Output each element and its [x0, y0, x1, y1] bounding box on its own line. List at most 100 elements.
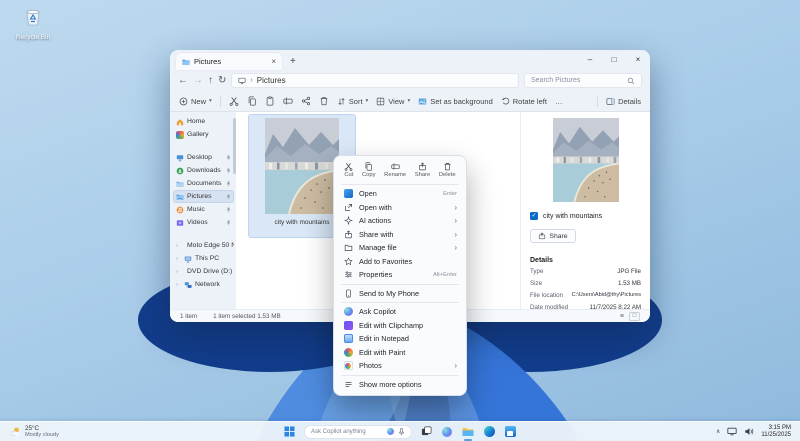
new-button[interactable]: New▾ — [179, 97, 212, 106]
paste-button[interactable] — [265, 96, 275, 106]
quick-cut-button[interactable]: Cut — [344, 162, 353, 178]
toolbar-divider — [220, 96, 221, 107]
sidebar-item-downloads[interactable]: Downloads — [173, 164, 234, 177]
menu-item-edit-with-paint[interactable]: Edit with Paint — [334, 346, 466, 360]
display-tray-icon[interactable] — [727, 427, 737, 436]
store-taskbar-button[interactable] — [504, 426, 516, 438]
delete-button[interactable] — [319, 96, 329, 106]
sidebar-item-music[interactable]: Music — [173, 203, 234, 216]
menu-item-show-more-options[interactable]: Show more options — [334, 378, 466, 392]
breadcrumb[interactable]: › Pictures — [231, 73, 519, 88]
menu-item-open-with[interactable]: Open with — [334, 201, 466, 215]
quick-rename-button[interactable]: Rename — [384, 162, 406, 178]
start-button[interactable] — [284, 426, 295, 437]
quick-share-button[interactable]: Share — [415, 162, 430, 178]
view-button[interactable]: View▾ — [376, 97, 410, 106]
volume-tray-icon[interactable] — [744, 427, 754, 436]
rotate-left-button[interactable]: Rotate left — [501, 97, 547, 106]
search-box[interactable]: Search Pictures — [524, 73, 642, 88]
menu-item-edit-with-clipchamp[interactable]: Edit with Clipchamp — [334, 319, 466, 333]
task-view-button[interactable] — [421, 426, 432, 437]
menu-item-ask-copilot[interactable]: Ask Copilot — [334, 305, 466, 319]
checkbox-checked-icon[interactable]: ✓ — [530, 212, 538, 220]
sidebar-item-documents[interactable]: Documents — [173, 177, 234, 190]
expand-chevron-icon[interactable]: › — [176, 282, 181, 288]
edge-taskbar-button[interactable] — [483, 426, 495, 438]
details-pane-button[interactable]: Details — [606, 97, 641, 106]
close-button[interactable]: × — [626, 50, 650, 69]
detail-row: File locationC:\Users\Abid@thy\Pictures — [530, 291, 641, 301]
image-icon — [418, 97, 427, 106]
gallery-icon — [176, 131, 184, 139]
tray-chevron-icon[interactable]: ∧ — [716, 428, 720, 435]
desktop-icon — [176, 154, 184, 162]
copilot-taskbar-button[interactable] — [441, 426, 453, 438]
new-tab-button[interactable]: + — [290, 54, 296, 70]
set-as-background-button[interactable]: Set as background — [418, 97, 493, 106]
taskbar-clock[interactable]: 3:15 PM 11/25/2025 — [761, 425, 791, 439]
sidebar-item-phone[interactable]: › Moto Edge 50 N — [173, 239, 234, 252]
maximize-button[interactable]: □ — [602, 50, 626, 69]
details-label: Details — [618, 97, 641, 106]
back-button[interactable]: ← — [178, 76, 188, 86]
tab-bar: Pictures × + – □ × — [170, 50, 650, 70]
sidebar-item-gallery[interactable]: Gallery — [173, 128, 234, 141]
sidebar-item-videos[interactable]: Videos — [173, 216, 234, 229]
menu-item-edit-in-notepad[interactable]: Edit in Notepad — [334, 332, 466, 346]
quick-actions-row: Cut Copy Rename Share Delete — [334, 159, 466, 182]
up-button[interactable]: ↑ — [208, 76, 213, 86]
menu-item-label: Open with — [359, 203, 392, 212]
mic-icon[interactable] — [398, 428, 405, 436]
system-tray: ∧ 3:15 PM 11/25/2025 — [716, 425, 791, 439]
photos-app-icon — [343, 361, 353, 370]
more-options-button[interactable]: … — [555, 97, 563, 106]
sidebar-item-home[interactable]: Home — [173, 115, 234, 128]
taskbar-search-box[interactable]: Ask Copilot anything — [304, 425, 412, 439]
share-file-button[interactable]: Share — [530, 229, 576, 243]
search-placeholder: Search Pictures — [531, 77, 627, 84]
rename-button[interactable] — [283, 96, 293, 106]
pin-icon — [226, 168, 231, 174]
share-icon — [418, 162, 427, 171]
expand-chevron-icon[interactable]: › — [176, 243, 181, 249]
sidebar-item-dvd-drive[interactable]: › DVD Drive (D:) C — [173, 265, 234, 278]
menu-item-label: Photos — [359, 361, 382, 370]
tab-pictures[interactable]: Pictures × — [176, 53, 282, 70]
minimize-button[interactable]: – — [578, 50, 602, 69]
detail-row: Size1.53 MB — [530, 279, 641, 289]
quick-action-label: Delete — [439, 172, 456, 178]
menu-item-add-to-favorites[interactable]: Add to Favorites — [334, 255, 466, 269]
sidebar-label: DVD Drive (D:) C — [187, 268, 234, 275]
weather-widget[interactable]: 25°C Mostly cloudy — [9, 425, 59, 439]
menu-item-send-to-my-phone[interactable]: Send to My Phone — [334, 287, 466, 301]
menu-item-open[interactable]: Open Enter — [334, 187, 466, 201]
manage-file-icon — [343, 243, 353, 252]
list-view-toggle[interactable]: ≡ — [620, 313, 624, 320]
quick-copy-button[interactable]: Copy — [362, 162, 376, 178]
file-explorer-taskbar-button[interactable] — [462, 426, 474, 438]
tab-close-icon[interactable]: × — [271, 57, 276, 66]
menu-item-manage-file[interactable]: Manage file — [334, 241, 466, 255]
menu-item-ai-actions[interactable]: AI actions — [334, 214, 466, 228]
menu-item-share-with[interactable]: Share with — [334, 228, 466, 242]
sidebar-item-this-pc[interactable]: › This PC — [173, 252, 234, 265]
menu-item-properties[interactable]: Properties Alt+Enter — [334, 268, 466, 282]
sort-button[interactable]: Sort▾ — [337, 97, 369, 106]
menu-item-photos[interactable]: Photos — [334, 359, 466, 373]
recycle-bin-label: Recycle Bin — [10, 34, 56, 41]
cut-button[interactable] — [229, 96, 239, 106]
recycle-bin-shortcut[interactable]: Recycle Bin — [10, 6, 56, 41]
forward-button[interactable]: → — [193, 76, 203, 86]
sidebar-item-pictures[interactable]: Pictures — [173, 190, 234, 203]
quick-delete-button[interactable]: Delete — [439, 162, 456, 178]
expand-chevron-icon[interactable]: › — [176, 256, 181, 262]
refresh-button[interactable]: ↻ — [218, 76, 226, 86]
share-button[interactable] — [301, 96, 311, 106]
sidebar-item-desktop[interactable]: Desktop — [173, 151, 234, 164]
sidebar-item-network[interactable]: › Network — [173, 278, 234, 291]
clock-date: 11/25/2025 — [761, 432, 791, 439]
thumbnail-view-toggle[interactable]: □ — [629, 312, 640, 321]
expand-chevron-icon[interactable]: › — [176, 269, 181, 275]
selected-file-row[interactable]: ✓ city with mountains — [530, 212, 641, 220]
copy-button[interactable] — [247, 96, 257, 106]
